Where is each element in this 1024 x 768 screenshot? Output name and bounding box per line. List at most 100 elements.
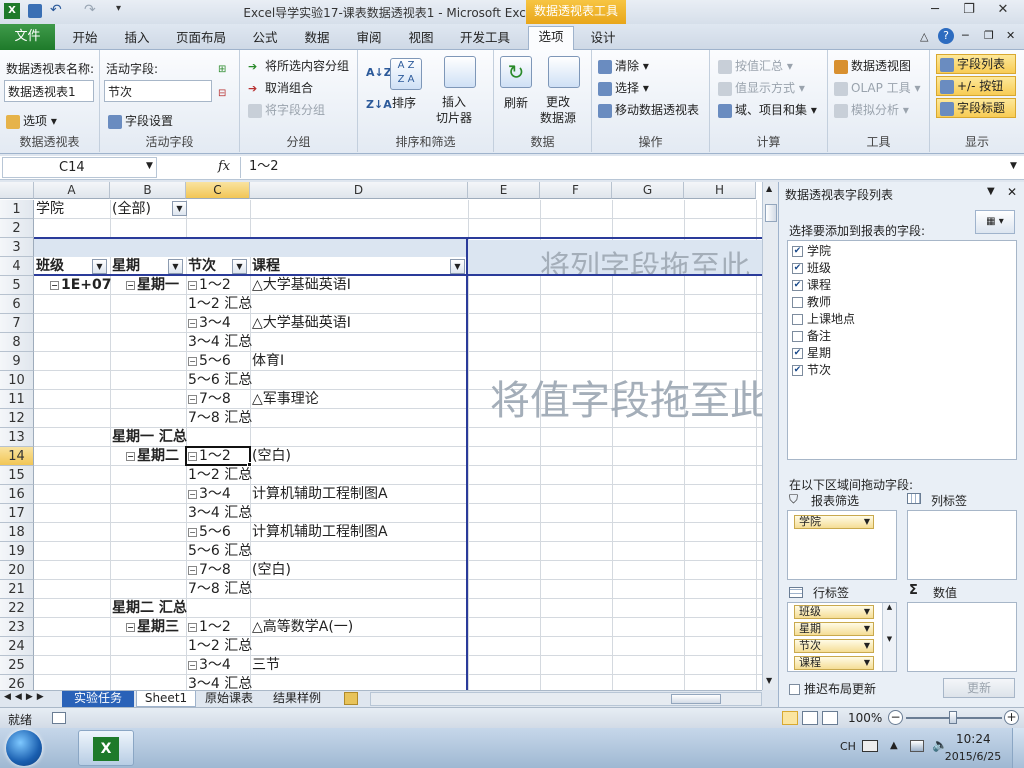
column-drop-zone[interactable]: 将列字段拖至此 [468, 240, 762, 276]
column-header-d[interactable]: D [250, 182, 468, 199]
cell-b13[interactable]: 星期一 汇总 [112, 428, 268, 447]
row-header[interactable]: 5 [0, 276, 34, 295]
active-field-input[interactable]: 节次 [104, 80, 212, 102]
taskbar-excel-icon[interactable]: X [78, 730, 134, 766]
row-header[interactable]: 12 [0, 409, 34, 428]
collapse-icon[interactable]: − [188, 565, 197, 575]
cell-d20[interactable]: (空白) [252, 561, 550, 580]
tab-options[interactable]: 选项 [528, 26, 574, 50]
row-header[interactable]: 26 [0, 675, 34, 690]
row-header[interactable]: 25 [0, 656, 34, 675]
change-source-button[interactable]: 更改 数据源 [540, 94, 576, 126]
sheet-tab-sample[interactable]: 结果样例 [262, 691, 332, 707]
zoom-slider-thumb[interactable] [949, 711, 957, 724]
plus-minus-buttons-toggle[interactable]: +/- 按钮 [936, 76, 1016, 96]
tab-page-layout[interactable]: 页面布局 [168, 28, 234, 50]
column-header-f[interactable]: F [540, 182, 612, 199]
pivottable-options-button[interactable]: 选项 ▾ [6, 112, 57, 129]
cell-c24[interactable]: 1～2 汇总 [188, 637, 332, 656]
row-header[interactable]: 22 [0, 599, 34, 618]
row-header[interactable]: 4 [0, 257, 34, 276]
update-button[interactable]: 更新 [943, 678, 1015, 698]
filter-dropdown-icon[interactable]: ▼ [450, 259, 465, 274]
collapse-icon[interactable]: − [126, 622, 135, 632]
field-headers-toggle[interactable]: 字段标题 [936, 98, 1016, 118]
doc-minimize-icon[interactable]: ─ [962, 29, 969, 42]
row-header[interactable]: 14 [0, 447, 34, 466]
row-header[interactable]: 8 [0, 333, 34, 352]
tab-insert[interactable]: 插入 [112, 28, 162, 50]
collapse-icon[interactable]: − [50, 280, 59, 290]
cell-c26[interactable]: 3～4 汇总 [188, 675, 332, 690]
tray-expand-icon[interactable]: ▲ [890, 740, 898, 751]
select-all-corner[interactable] [0, 182, 34, 199]
cell-c15[interactable]: 1～2 汇总 [188, 466, 332, 485]
tab-review[interactable]: 审阅 [346, 28, 392, 50]
cell-b22[interactable]: 星期二 汇总 [112, 599, 268, 618]
field-checkbox-icon[interactable] [792, 331, 803, 342]
cell-c8[interactable]: 3～4 汇总 [188, 333, 332, 352]
row-labels-area[interactable]: 班级 ▼ 星期 ▼ 节次 ▼ 课程 ▼ ▲ ▼ [787, 602, 897, 672]
row-header[interactable]: 1 [0, 200, 34, 219]
cell-d25[interactable]: 三节 [252, 656, 550, 675]
insert-slicer-icon[interactable] [444, 56, 476, 88]
doc-close-icon[interactable]: ✕ [1006, 29, 1015, 42]
row-header[interactable]: 11 [0, 390, 34, 409]
restore-button[interactable]: ❐ [956, 2, 982, 20]
collapse-icon[interactable]: − [188, 660, 197, 670]
close-button[interactable]: ✕ [990, 2, 1016, 20]
show-desktop-button[interactable] [1012, 728, 1024, 768]
collapse-icon[interactable]: − [188, 356, 197, 366]
macro-record-icon[interactable] [52, 712, 66, 724]
collapse-icon[interactable]: − [188, 527, 197, 537]
summarize-values-button[interactable]: 按值汇总 ▾ [718, 57, 793, 74]
field-checkbox-icon[interactable]: ✔ [792, 365, 803, 376]
clock-date[interactable]: 2015/6/25 [938, 750, 1008, 763]
field-item[interactable]: ✔ 学院 [792, 243, 831, 260]
row-header[interactable]: 7 [0, 314, 34, 333]
view-normal-icon[interactable] [782, 711, 798, 725]
row-header[interactable]: 13 [0, 428, 34, 447]
cell-d7[interactable]: △大学基础英语Ⅰ [252, 314, 550, 333]
expand-formula-icon[interactable]: ▼ [1010, 161, 1017, 171]
field-checkbox-icon[interactable]: ✔ [792, 280, 803, 291]
sort-button[interactable]: 排序 [392, 94, 416, 111]
tab-data[interactable]: 数据 [294, 28, 340, 50]
scroll-down-icon[interactable]: ▼ [766, 676, 772, 685]
row-header[interactable]: 20 [0, 561, 34, 580]
sheet-tab-task[interactable]: 实验任务 [62, 691, 134, 707]
row-header[interactable]: 3 [0, 238, 34, 257]
cell-c10[interactable]: 5～6 汇总 [188, 371, 332, 390]
fx-icon[interactable]: fx [218, 159, 230, 174]
collapse-icon[interactable]: − [126, 451, 135, 461]
row-header[interactable]: 17 [0, 504, 34, 523]
name-box-dropdown-icon[interactable]: ▼ [146, 161, 153, 171]
column-header-e[interactable]: E [468, 182, 540, 199]
minimize-ribbon-icon[interactable]: △ [920, 30, 928, 43]
pivottable-name-input[interactable]: 数据透视表1 [4, 80, 94, 102]
view-page-layout-icon[interactable] [802, 711, 818, 725]
ungroup-button[interactable]: ➔ 取消组合 [248, 79, 313, 96]
defer-update-checkbox[interactable]: 推迟布局更新 [789, 680, 876, 697]
insert-slicer-button[interactable]: 插入 切片器 [436, 94, 472, 126]
row-header[interactable]: 16 [0, 485, 34, 504]
collapse-entire-field-icon[interactable]: ⊟ [218, 88, 232, 102]
row-header[interactable]: 21 [0, 580, 34, 599]
sheet-nav-icon[interactable]: ◀◀▶▶ [4, 692, 48, 702]
scroll-thumb[interactable] [765, 204, 777, 222]
row-header[interactable]: 6 [0, 295, 34, 314]
collapse-icon[interactable]: − [188, 318, 197, 328]
zoom-out-icon[interactable]: − [888, 710, 903, 725]
cell-b1[interactable]: (全部) [112, 200, 268, 219]
refresh-icon[interactable]: ↻ [500, 56, 532, 88]
cell-d5[interactable]: △大学基础英语Ⅰ [252, 276, 550, 295]
cell-d23[interactable]: △高等数学A(一) [252, 618, 550, 637]
active-cell-border[interactable] [185, 446, 251, 466]
row-label-chip[interactable]: 班级 ▼ [794, 605, 874, 619]
field-checkbox-icon[interactable]: ✔ [792, 246, 803, 257]
vertical-scrollbar[interactable]: ▲ ▼ [762, 182, 778, 690]
group-selection-button[interactable]: ➔ 将所选内容分组 [248, 57, 349, 74]
row-label-chip[interactable]: 星期 ▼ [794, 622, 874, 636]
cell-d18[interactable]: 计算机辅助工程制图A [252, 523, 550, 542]
row-header[interactable]: 10 [0, 371, 34, 390]
